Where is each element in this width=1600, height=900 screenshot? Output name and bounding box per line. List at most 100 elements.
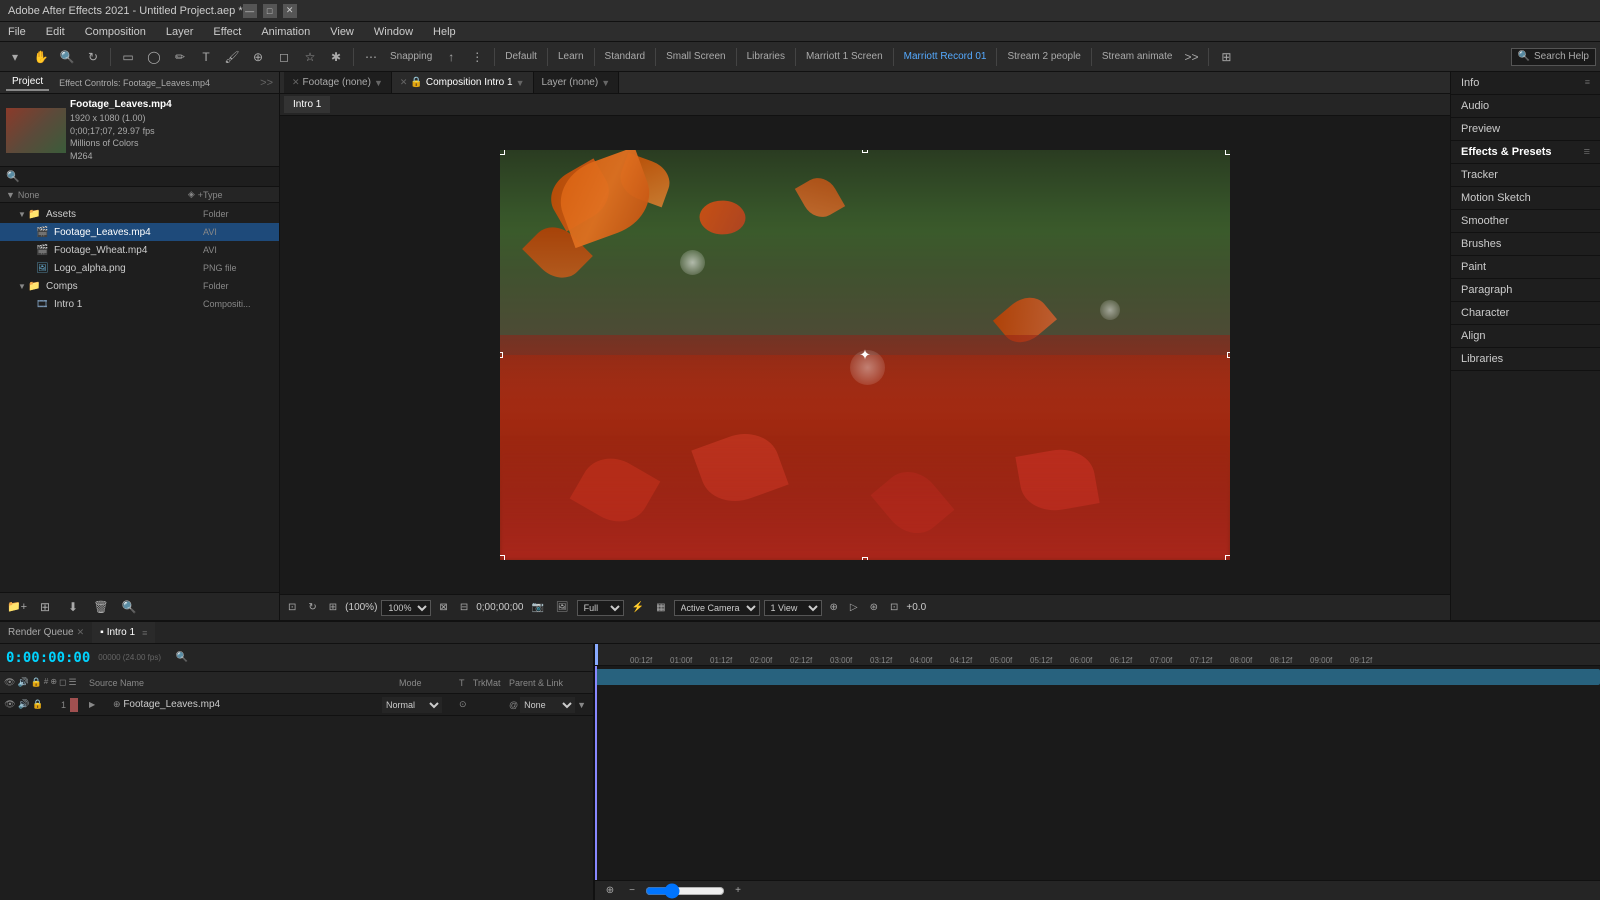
ws-standard[interactable]: Standard bbox=[601, 51, 650, 62]
menu-file[interactable]: File bbox=[4, 26, 30, 38]
panel-audio[interactable]: Audio bbox=[1451, 95, 1600, 118]
ws-more[interactable]: >> bbox=[1180, 46, 1202, 68]
tab-footage-none[interactable]: ✕ Footage (none) ▼ bbox=[284, 72, 392, 93]
ws-streamanimate[interactable]: Stream animate bbox=[1098, 51, 1177, 62]
window-controls[interactable]: — □ ✕ bbox=[243, 4, 297, 18]
ws-marriott1[interactable]: Marriott 1 Screen bbox=[802, 51, 887, 62]
panel-expand-left[interactable]: >> bbox=[260, 77, 273, 89]
ws-stream2[interactable]: Stream 2 people bbox=[1003, 51, 1084, 62]
snap-up[interactable]: ↑ bbox=[440, 46, 462, 68]
project-search-bar[interactable]: 🔍 bbox=[0, 167, 279, 187]
menu-edit[interactable]: Edit bbox=[42, 26, 69, 38]
tool-rect[interactable]: ▭ bbox=[117, 46, 139, 68]
panel-brushes[interactable]: Brushes bbox=[1451, 233, 1600, 256]
tool-clone[interactable]: ⊕ bbox=[247, 46, 269, 68]
ws-libraries[interactable]: Libraries bbox=[743, 51, 789, 62]
viewer-3d[interactable]: ⊡ bbox=[886, 601, 902, 614]
viewer-snapshot[interactable]: 📷 bbox=[527, 601, 547, 614]
viewer-view-select[interactable]: 1 View2 Views4 Views bbox=[764, 600, 822, 616]
search-project-btn[interactable]: 🔍 bbox=[118, 596, 140, 618]
layer-1-audio[interactable]: 🔊 bbox=[18, 699, 30, 710]
close-comp-tab[interactable]: ✕ bbox=[400, 77, 408, 88]
menu-effect[interactable]: Effect bbox=[209, 26, 245, 38]
viewer-region[interactable]: ⊞ bbox=[325, 601, 341, 614]
tab-layer-none[interactable]: Layer (none) ▼ bbox=[534, 72, 620, 93]
viewer-show-snapshot[interactable]: 🖼 bbox=[552, 601, 573, 614]
menu-composition[interactable]: Composition bbox=[81, 26, 150, 38]
viewer-render-preview[interactable]: ▷ bbox=[846, 601, 862, 614]
tl-zoom-slider[interactable] bbox=[645, 885, 725, 897]
tool-shape[interactable]: ✱ bbox=[325, 46, 347, 68]
tool-select[interactable]: ▾ bbox=[4, 46, 26, 68]
menu-window[interactable]: Window bbox=[370, 26, 417, 38]
panel-effects-presets[interactable]: Effects & Presets ≡ bbox=[1451, 141, 1600, 164]
tool-pen[interactable]: ✏ bbox=[169, 46, 191, 68]
tl-zoom-in[interactable]: + bbox=[729, 882, 747, 900]
close-render-tab[interactable]: ✕ bbox=[77, 627, 85, 638]
viewer-transparency[interactable]: ▦ bbox=[652, 601, 669, 614]
tab-render-queue[interactable]: Render Queue ✕ bbox=[0, 622, 92, 643]
minimize-button[interactable]: — bbox=[243, 4, 257, 18]
new-folder-btn[interactable]: 📁+ bbox=[6, 596, 28, 618]
panel-paint[interactable]: Paint bbox=[1451, 256, 1600, 279]
panel-character[interactable]: Character bbox=[1451, 302, 1600, 325]
tl-add-marker[interactable]: ⊕ bbox=[601, 882, 619, 900]
tool-brush[interactable]: 🖌 bbox=[221, 46, 243, 68]
delete-btn[interactable]: 🗑 bbox=[90, 596, 112, 618]
ws-learn[interactable]: Learn bbox=[554, 51, 588, 62]
tree-item-intro1[interactable]: 🎞 Intro 1 Compositi... bbox=[0, 295, 279, 313]
layer-1-eye[interactable]: 👁 bbox=[4, 699, 16, 710]
ws-marriottrecord[interactable]: Marriott Record 01 bbox=[900, 51, 991, 62]
layer-1-parent-select[interactable]: None bbox=[520, 697, 575, 713]
tab-project[interactable]: Project bbox=[6, 74, 49, 91]
snap-icon[interactable]: ⋯ bbox=[360, 46, 382, 68]
tool-puppet[interactable]: ☆ bbox=[299, 46, 321, 68]
project-search-input[interactable] bbox=[24, 171, 273, 182]
maximize-button[interactable]: □ bbox=[263, 4, 277, 18]
tree-item-footage-leaves[interactable]: 🎬 Footage_Leaves.mp4 AVI bbox=[0, 223, 279, 241]
tool-hand[interactable]: ✋ bbox=[30, 46, 52, 68]
menu-animation[interactable]: Animation bbox=[257, 26, 314, 38]
panel-align[interactable]: Align bbox=[1451, 325, 1600, 348]
viewer-comp-flowchart[interactable]: ⊛ bbox=[866, 601, 882, 614]
tool-rotate[interactable]: ↻ bbox=[82, 46, 104, 68]
close-button[interactable]: ✕ bbox=[283, 4, 297, 18]
track-bar-layer-1[interactable] bbox=[595, 669, 1600, 685]
viewer-always-preview[interactable]: ⊡ bbox=[284, 601, 300, 614]
viewer-camera-select[interactable]: Active Camera bbox=[674, 600, 760, 616]
panel-motion-sketch[interactable]: Motion Sketch bbox=[1451, 187, 1600, 210]
viewer-fast-preview[interactable]: ⚡ bbox=[628, 601, 648, 614]
viewer-fit-height[interactable]: ⊠ bbox=[435, 601, 451, 614]
menu-view[interactable]: View bbox=[326, 26, 358, 38]
viewer-reset[interactable]: ↻ bbox=[304, 601, 320, 614]
snap-config[interactable]: ⋮ bbox=[466, 46, 488, 68]
ws-smallscreen[interactable]: Small Screen bbox=[662, 51, 729, 62]
panel-libraries[interactable]: Libraries bbox=[1451, 348, 1600, 371]
ws-default[interactable]: Default bbox=[501, 51, 541, 62]
tree-item-logo-alpha[interactable]: 🖼 Logo_alpha.png PNG file bbox=[0, 259, 279, 277]
tool-zoom[interactable]: 🔍 bbox=[56, 46, 78, 68]
viewer-quality-select[interactable]: FullHalfThird bbox=[577, 600, 624, 616]
menu-layer[interactable]: Layer bbox=[162, 26, 198, 38]
panel-preview[interactable]: Preview bbox=[1451, 118, 1600, 141]
tree-item-assets[interactable]: ▼ 📁 Assets Folder bbox=[0, 205, 279, 223]
tree-item-footage-wheat[interactable]: 🎬 Footage_Wheat.mp4 AVI bbox=[0, 241, 279, 259]
tree-item-comps[interactable]: ▼ 📁 Comps Folder bbox=[0, 277, 279, 295]
layer-1-color[interactable] bbox=[70, 698, 78, 712]
comp-tab-lock[interactable]: 🔒 bbox=[410, 77, 422, 88]
panel-smoother[interactable]: Smoother bbox=[1451, 210, 1600, 233]
close-footage-tab[interactable]: ✕ bbox=[292, 77, 300, 88]
panel-tracker[interactable]: Tracker bbox=[1451, 164, 1600, 187]
tl-search-btn[interactable]: 🔍 bbox=[173, 649, 191, 667]
tool-text[interactable]: T bbox=[195, 46, 217, 68]
import-btn[interactable]: ⬇ bbox=[62, 596, 84, 618]
layer-1-lock[interactable]: 🔒 bbox=[32, 699, 44, 710]
new-comp-btn[interactable]: ⊞ bbox=[34, 596, 56, 618]
menu-help[interactable]: Help bbox=[429, 26, 460, 38]
search-icon[interactable]: ⊞ bbox=[1215, 46, 1237, 68]
search-help-field[interactable]: 🔍 Search Help bbox=[1511, 48, 1596, 66]
viewer-channels[interactable]: ⊕ bbox=[826, 601, 842, 614]
sub-tab-intro1[interactable]: Intro 1 bbox=[284, 96, 330, 113]
panel-info[interactable]: Info ≡ bbox=[1451, 72, 1600, 95]
tab-effect-controls[interactable]: Effect Controls: Footage_Leaves.mp4 bbox=[53, 76, 216, 90]
